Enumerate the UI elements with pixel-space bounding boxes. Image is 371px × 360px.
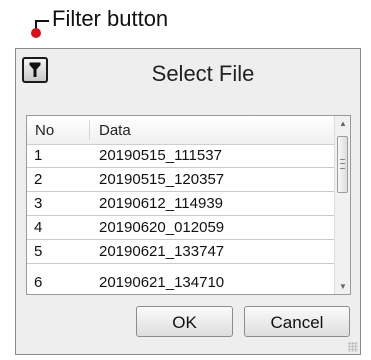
list-header: No Data [27,116,335,145]
vertical-scrollbar[interactable]: ▲ ▼ [334,116,350,294]
row-data: 20190612_114939 [99,195,224,212]
row-data: 20190621_133747 [99,243,225,260]
cancel-button[interactable]: Cancel [244,306,350,337]
callout-label: Filter button [52,6,169,31]
dialog-title: Select File [151,61,255,86]
filter-button[interactable] [22,57,48,83]
callout-leader-horizontal [35,20,49,22]
filter-funnel-icon [29,62,41,77]
file-list[interactable]: No Data 1 20190515_111537 2 20190515_120… [26,115,351,295]
row-data: 20190515_111537 [99,147,222,164]
callout-marker-dot [31,28,41,38]
list-row[interactable]: 3 20190612_114939 [27,192,335,216]
ok-button[interactable]: OK [136,306,233,337]
row-number: 2 [34,171,43,188]
row-data: 20190515_120357 [99,171,225,188]
row-number: 5 [34,243,43,260]
row-number: 6 [34,274,43,291]
list-row[interactable]: 2 20190515_120357 [27,168,335,192]
list-row[interactable]: 1 20190515_111537 [27,144,335,168]
list-row[interactable]: 4 20190620_012059 [27,216,335,240]
column-divider [89,120,90,140]
row-number: 4 [34,219,43,236]
row-data: 20190621_134710 [99,274,225,291]
select-file-dialog: Select File No Data 1 20190515_111537 2 … [15,48,361,355]
row-number: 3 [34,195,43,212]
row-data: 20190620_012059 [99,219,225,236]
column-header-data[interactable]: Data [99,122,131,139]
list-row[interactable]: 5 20190621_133747 [27,240,335,264]
list-row-partial[interactable]: 6 20190621_134710 [27,264,335,291]
row-number: 1 [34,147,43,164]
scroll-up-arrow-icon[interactable]: ▲ [339,119,347,128]
resize-grip-icon[interactable] [348,342,358,352]
column-header-no[interactable]: No [35,122,54,139]
grip-icon [340,159,345,169]
scroll-down-arrow-icon[interactable]: ▼ [339,282,347,291]
scroll-thumb[interactable] [337,136,348,193]
